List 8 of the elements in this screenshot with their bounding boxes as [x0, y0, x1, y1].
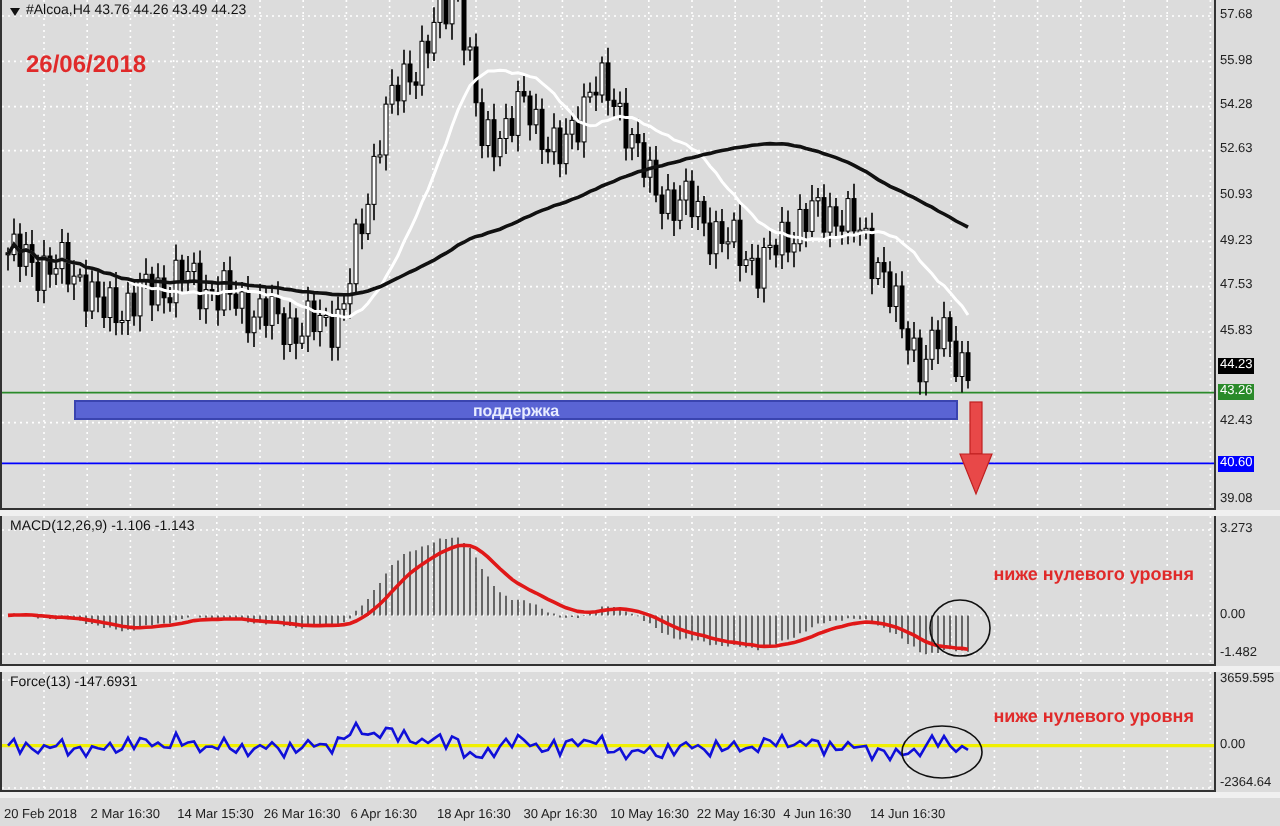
- down-arrow: [959, 401, 993, 496]
- highlight-ellipse: [901, 725, 983, 779]
- annotation-text: ниже нулевого уровня: [993, 706, 1194, 726]
- highlight-ellipse: [929, 599, 991, 657]
- support-band: поддержка: [74, 400, 958, 420]
- triangle-icon[interactable]: [10, 7, 20, 15]
- date-annotation: 26/06/2018: [26, 50, 147, 78]
- annotation-text: ниже нулевого уровня: [993, 564, 1194, 584]
